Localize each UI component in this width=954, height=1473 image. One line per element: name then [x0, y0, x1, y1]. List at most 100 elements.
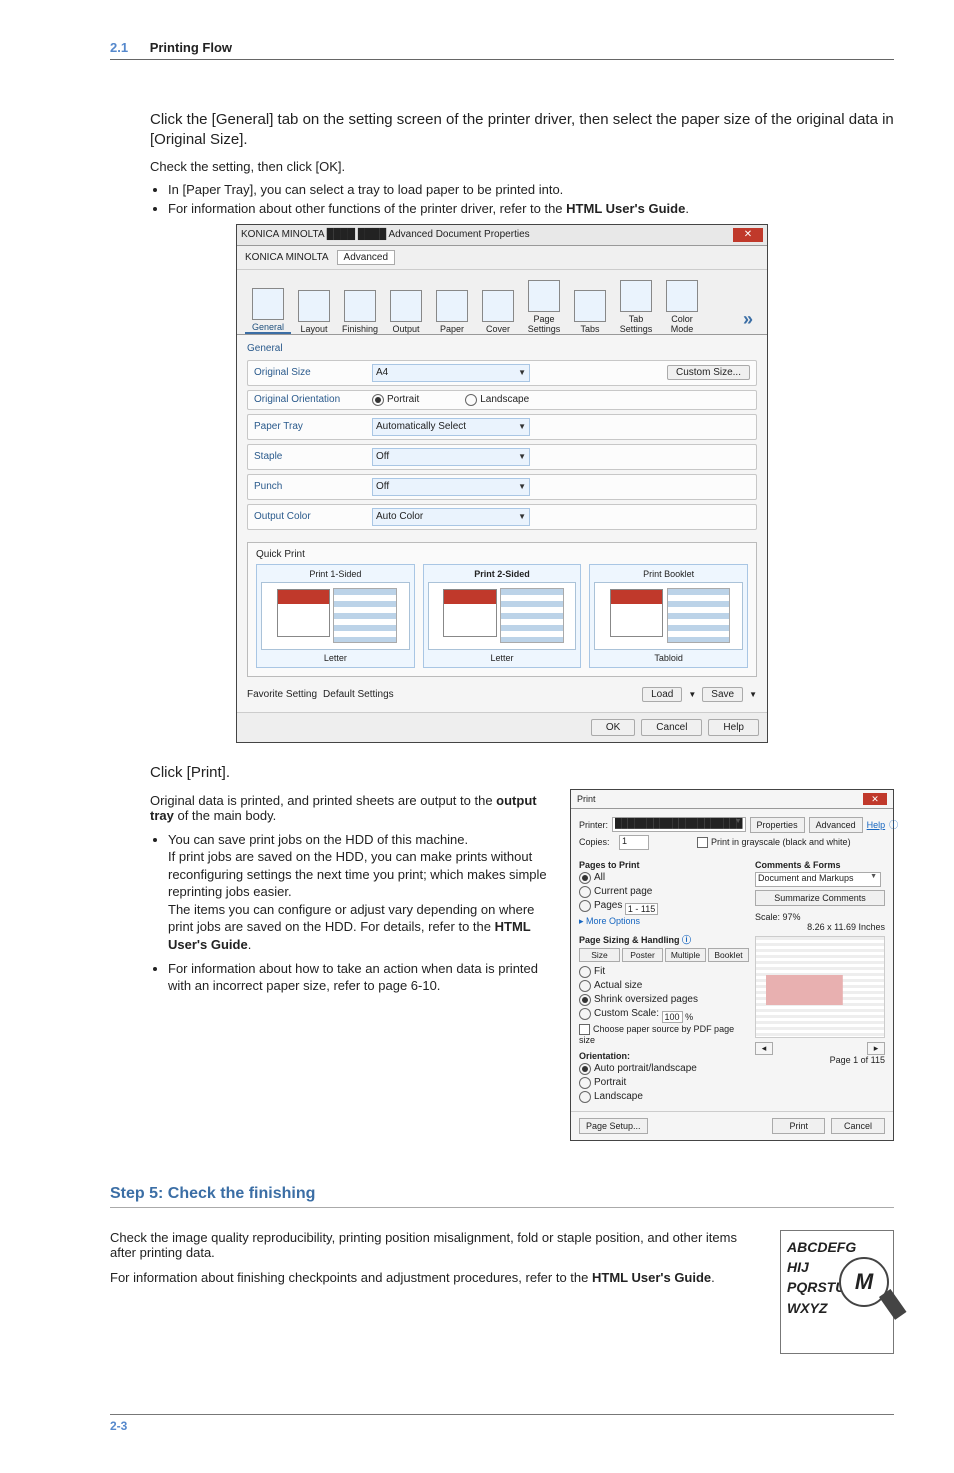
help-icon[interactable]: ⓘ: [889, 818, 898, 831]
radio-all[interactable]: All: [579, 872, 605, 884]
step5-p2: For information about finishing checkpoi…: [110, 1270, 760, 1285]
radio-current[interactable]: Current page: [579, 886, 652, 898]
section-header-general: General: [247, 341, 757, 356]
advanced-button[interactable]: Advanced: [809, 817, 863, 833]
page-setup-button[interactable]: Page Setup...: [579, 1118, 648, 1134]
row-punch: Punch Off: [247, 474, 757, 500]
tab-output[interactable]: Output: [383, 288, 429, 334]
print-preview: [755, 936, 885, 1038]
intro-text: Click the [General] tab on the setting s…: [150, 110, 894, 151]
radio-pages[interactable]: Pages: [579, 900, 622, 912]
tab-tabs[interactable]: Tabs: [567, 288, 613, 334]
paper-icon: [436, 290, 468, 322]
tab-layout[interactable]: Layout: [291, 288, 337, 334]
tab-advanced-top[interactable]: Advanced: [337, 250, 395, 265]
tab-paper[interactable]: Paper: [429, 288, 475, 334]
radio-shrink[interactable]: Shrink oversized pages: [579, 994, 698, 1006]
tab-tab-settings[interactable]: Tab Settings: [613, 278, 659, 334]
printer-driver-dialog: KONICA MINOLTA ████ ████ Advanced Docume…: [236, 224, 768, 743]
prev-page-button[interactable]: ◂: [755, 1042, 773, 1055]
tab-color-mode[interactable]: Color Mode: [659, 278, 705, 334]
printer-select[interactable]: ████████████████████: [612, 817, 746, 832]
radio-custom-scale[interactable]: Custom Scale:: [579, 1008, 659, 1020]
tab-booklet[interactable]: Booklet: [708, 948, 749, 962]
print-dialog: Print ✕ Printer: ████████████████████ Pr…: [570, 789, 894, 1141]
next-page-button[interactable]: ▸: [867, 1042, 885, 1055]
qp-2sided[interactable]: Print 2-Sided Letter: [423, 564, 582, 668]
original-size-select[interactable]: A4: [372, 364, 530, 382]
bullet-html-ug: For information about other functions of…: [168, 201, 894, 216]
radio-portrait[interactable]: Portrait: [372, 394, 419, 406]
psh-header: Page Sizing & Handling ⓘ: [579, 933, 749, 946]
info-icon[interactable]: ⓘ: [682, 935, 691, 945]
tab-size[interactable]: Size: [579, 948, 620, 962]
qp-1sided[interactable]: Print 1-Sided Letter: [256, 564, 415, 668]
tab-finishing[interactable]: Finishing: [337, 288, 383, 334]
pages-input[interactable]: 1 - 115: [625, 903, 658, 915]
page-footer: 2-3: [110, 1414, 894, 1433]
choose-paper-source-checkbox[interactable]: Choose paper source by PDF page size: [579, 1024, 749, 1045]
tabs-more-icon[interactable]: »: [737, 309, 759, 334]
orientation-header: Orientation:: [579, 1051, 749, 1061]
tab-page-settings[interactable]: Page Settings: [521, 278, 567, 334]
finishing-icon: [344, 290, 376, 322]
punch-select[interactable]: Off: [372, 478, 530, 496]
tabs-icon: [574, 290, 606, 322]
custom-size-button[interactable]: Custom Size...: [667, 365, 750, 380]
output-color-select[interactable]: Auto Color: [372, 508, 530, 526]
tab-settings-icon: [620, 280, 652, 312]
page-settings-icon: [528, 280, 560, 312]
radio-actual[interactable]: Actual size: [579, 980, 642, 992]
cover-icon: [482, 290, 514, 322]
section-number: 2.1: [110, 40, 128, 55]
ptp-header: Pages to Print: [579, 860, 749, 870]
row-output-color: Output Color Auto Color: [247, 504, 757, 530]
qp-booklet-thumb: [594, 582, 743, 650]
radio-auto-orient[interactable]: Auto portrait/landscape: [579, 1063, 697, 1075]
load-button[interactable]: Load: [642, 687, 682, 702]
summarize-button[interactable]: Summarize Comments: [755, 890, 885, 906]
paper-tray-select[interactable]: Automatically Select: [372, 418, 530, 436]
more-options-toggle[interactable]: ▸ More Options: [579, 916, 749, 927]
radio-landscape2[interactable]: Landscape: [579, 1091, 643, 1103]
gear-icon: [252, 288, 284, 320]
radio-fit[interactable]: Fit: [579, 966, 605, 978]
tab-general[interactable]: General: [245, 286, 291, 334]
cancel-button[interactable]: Cancel: [831, 1118, 885, 1134]
ok-button[interactable]: OK: [591, 719, 635, 736]
help-link[interactable]: Help: [867, 820, 886, 830]
bullet-tray: In [Paper Tray], you can select a tray t…: [168, 182, 894, 197]
qp-booklet[interactable]: Print Booklet Tabloid: [589, 564, 748, 668]
output-tray-text: Original data is printed, and printed sh…: [150, 793, 556, 823]
page-number: 2-3: [110, 1419, 127, 1433]
grayscale-checkbox[interactable]: Print in grayscale (black and white): [697, 837, 851, 848]
staple-select[interactable]: Off: [372, 448, 530, 466]
tab-multiple[interactable]: Multiple: [665, 948, 706, 962]
help-button[interactable]: Help: [708, 719, 759, 736]
tab-cover[interactable]: Cover: [475, 288, 521, 334]
close-icon[interactable]: ✕: [733, 228, 763, 242]
magnifier-illustration: ABCDEFG HIJ PQRSTU WXYZ M: [780, 1230, 894, 1354]
favorite-select[interactable]: Default Settings: [323, 689, 443, 700]
dialog1-titlebar: KONICA MINOLTA ████ ████ Advanced Docume…: [237, 225, 767, 246]
copies-input[interactable]: 1: [619, 835, 649, 850]
layout-icon: [298, 290, 330, 322]
save-button[interactable]: Save: [702, 687, 743, 702]
cancel-button[interactable]: Cancel: [641, 719, 702, 736]
properties-button[interactable]: Properties: [750, 817, 805, 833]
psh-tabs: Size Poster Multiple Booklet: [579, 948, 749, 962]
running-header: 2.1 Printing Flow: [110, 40, 894, 60]
output-icon: [390, 290, 422, 322]
tab-poster[interactable]: Poster: [622, 948, 663, 962]
dialog1-tabstrip: General Layout Finishing Output Paper Co…: [237, 270, 767, 335]
custom-scale-input[interactable]: 100: [662, 1011, 683, 1023]
print-button[interactable]: Print: [772, 1118, 825, 1134]
radio-portrait2[interactable]: Portrait: [579, 1077, 626, 1089]
close-icon[interactable]: ✕: [863, 793, 887, 805]
pager-label: Page 1 of 115: [755, 1055, 885, 1065]
row-orientation: Original Orientation Portrait Landscape: [247, 390, 757, 410]
radio-landscape[interactable]: Landscape: [465, 394, 529, 406]
color-mode-icon: [666, 280, 698, 312]
comments-select[interactable]: Document and Markups: [755, 872, 881, 887]
step5-p1: Check the image quality reproducibility,…: [110, 1230, 760, 1260]
